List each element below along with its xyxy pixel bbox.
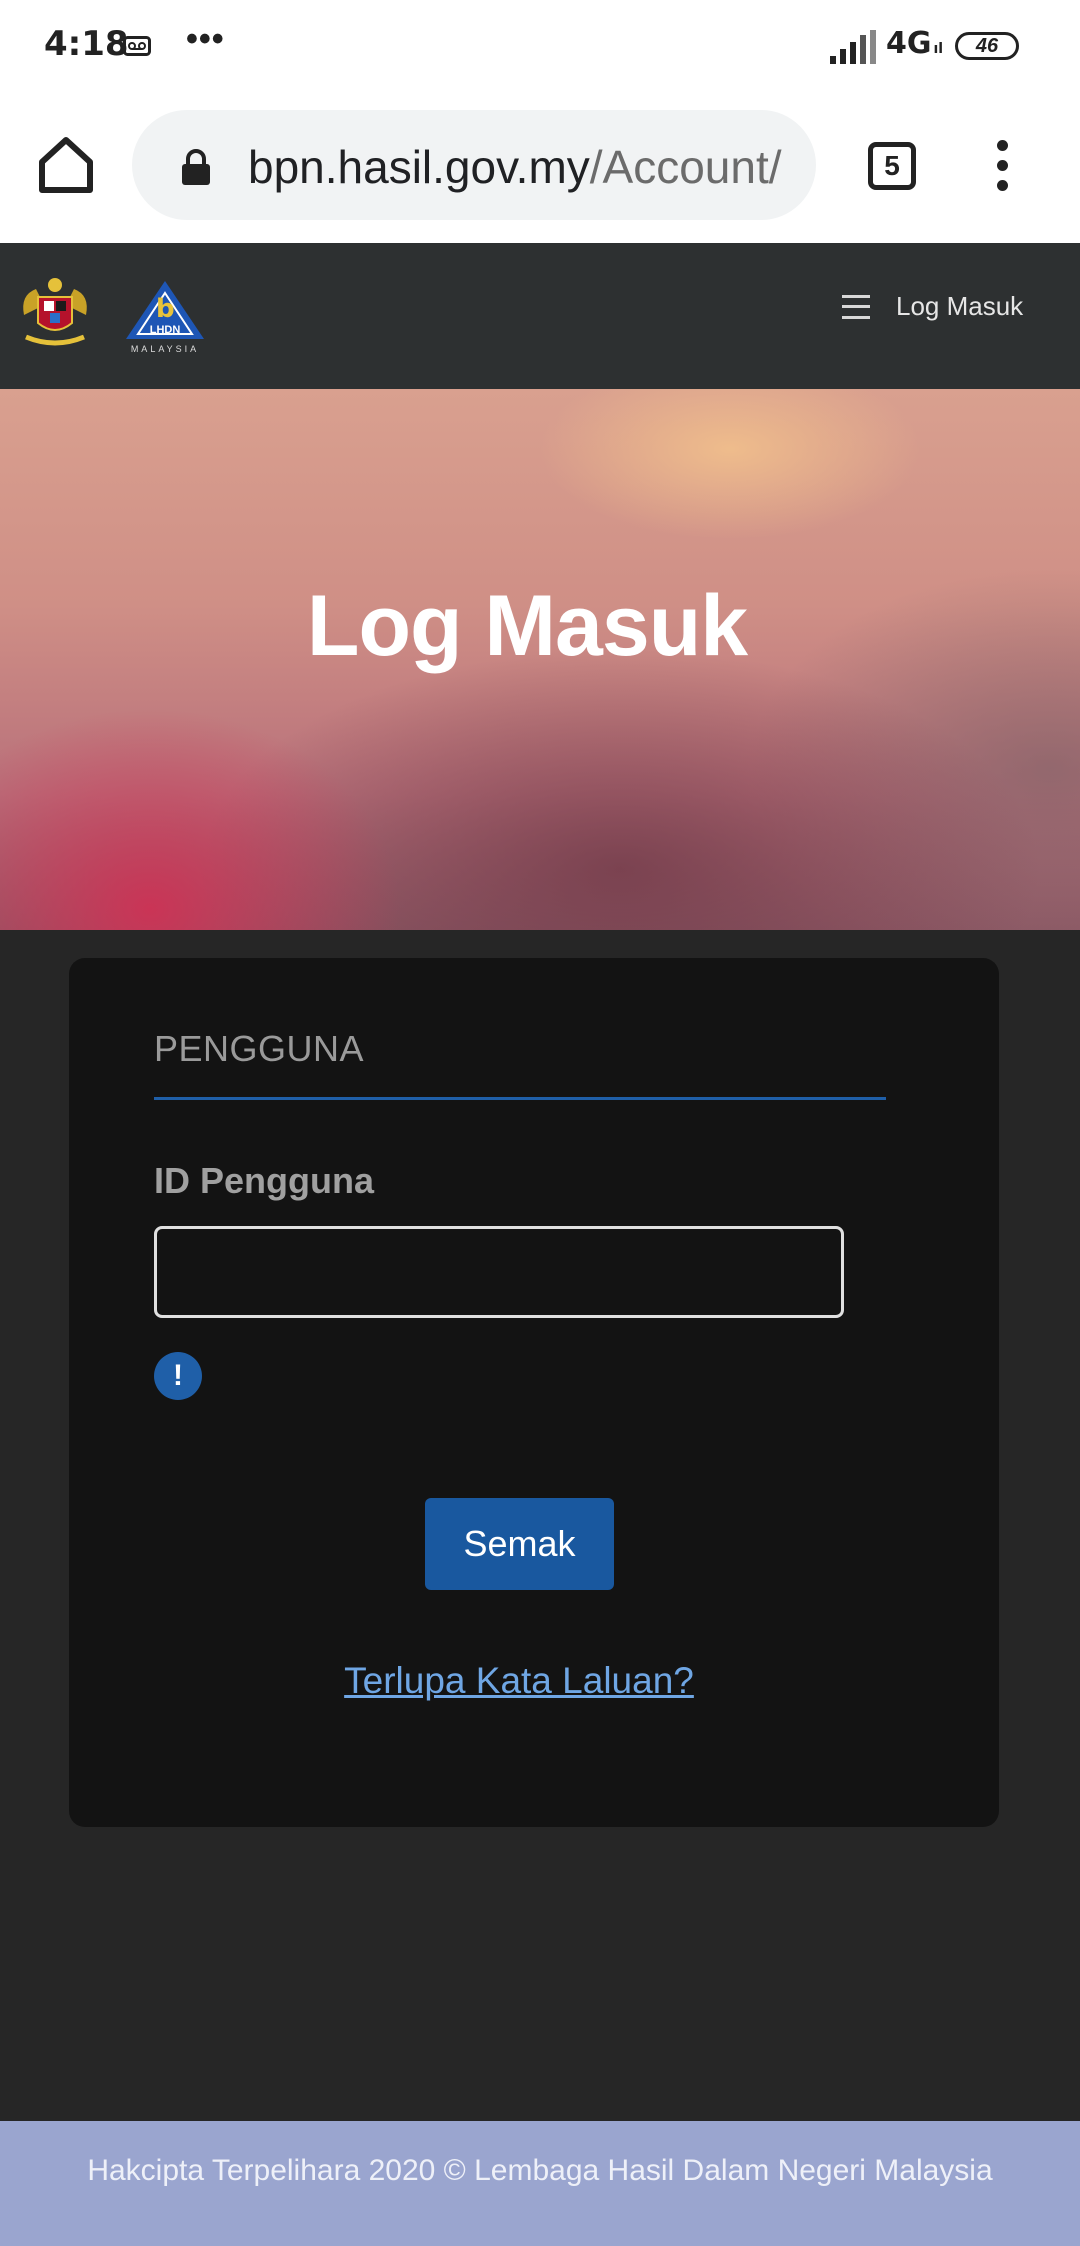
signal-icon	[830, 30, 876, 64]
status-time: 4:18	[44, 24, 129, 64]
status-bar: 4:18 ••• 4G ıl 46	[0, 0, 1080, 96]
lock-icon	[182, 149, 210, 185]
more-notifications-icon: •••	[186, 20, 225, 58]
url-text: bpn.hasil.gov.my/Account/	[248, 141, 782, 193]
nav-menu-toggle[interactable]: Log Masuk	[842, 291, 1023, 322]
battery-indicator: 46	[955, 32, 1019, 60]
user-id-input[interactable]	[154, 1226, 844, 1318]
forgot-password-link[interactable]: Terlupa Kata Laluan?	[69, 1660, 969, 1702]
browser-toolbar: bpn.hasil.gov.my/Account/ 5	[0, 96, 1080, 243]
hamburger-icon[interactable]	[842, 294, 870, 319]
voicemail-icon	[123, 36, 151, 56]
semak-button[interactable]: Semak	[425, 1498, 614, 1590]
svg-text:MALAYSIA: MALAYSIA	[131, 344, 199, 354]
tab-pengguna[interactable]: PENGGUNA	[154, 1028, 364, 1070]
address-bar[interactable]: bpn.hasil.gov.my/Account/	[132, 110, 816, 220]
coat-of-arms-logo	[23, 278, 87, 346]
page-title: Log Masuk	[306, 578, 748, 674]
tab-underline	[154, 1097, 886, 1100]
login-card: PENGGUNA ID Pengguna ! Semak Terlupa Kat…	[69, 958, 999, 1827]
lhdn-logo: b LHDN MALAYSIA	[126, 281, 204, 354]
footer-copyright: Hakcipta Terpelihara 2020 © Lembaga Hasi…	[0, 2121, 1080, 2246]
svg-text:b: b	[156, 294, 175, 324]
user-id-label: ID Pengguna	[154, 1160, 375, 1201]
info-icon[interactable]: !	[154, 1352, 202, 1400]
tab-switcher-button[interactable]: 5	[868, 142, 916, 190]
site-header: b LHDN MALAYSIA Log Masuk	[0, 243, 1080, 389]
svg-text:LHDN: LHDN	[150, 324, 181, 336]
nav-login-label[interactable]: Log Masuk	[896, 291, 1023, 322]
overflow-menu-icon[interactable]	[990, 140, 1014, 196]
network-type: 4G ıl	[886, 26, 944, 61]
home-icon[interactable]	[36, 136, 96, 194]
hero-banner: Log Masuk	[0, 389, 1080, 930]
